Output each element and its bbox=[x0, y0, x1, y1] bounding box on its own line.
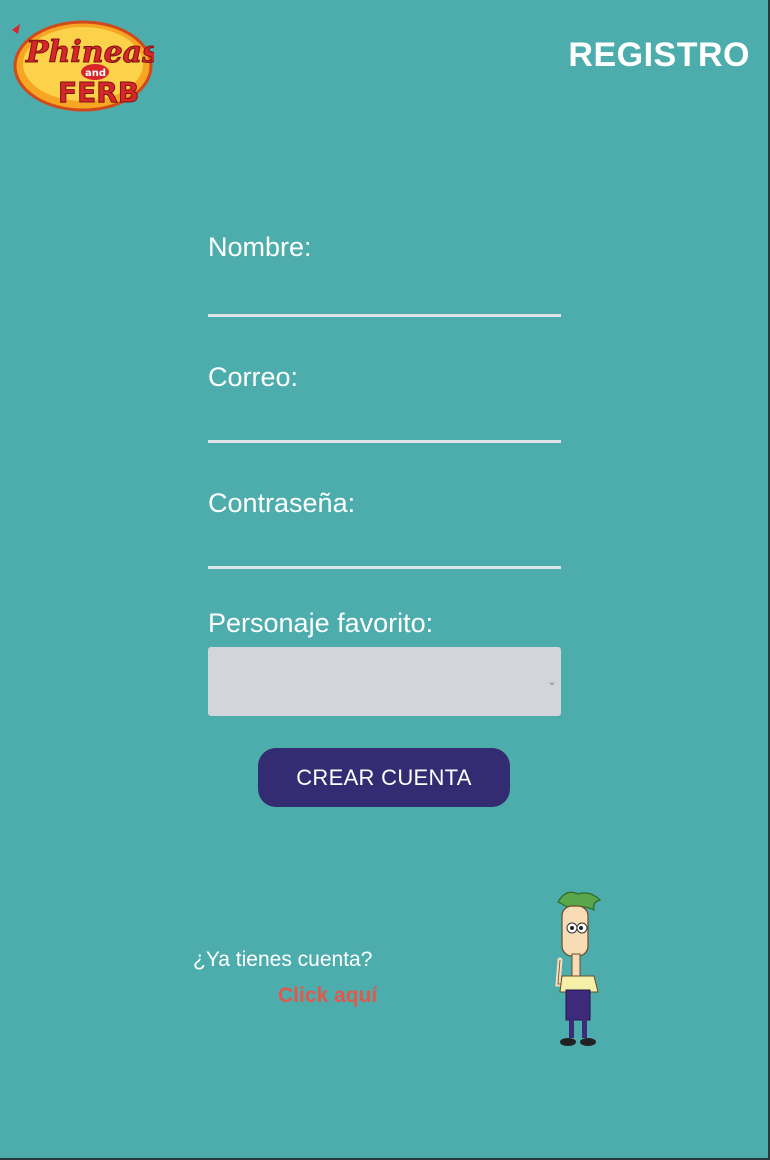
logo-text-ferb: FERB bbox=[58, 76, 139, 109]
registration-form: Nombre: Correo: Contraseña: Personaje fa… bbox=[208, 225, 561, 754]
ferb-character-illustration bbox=[555, 891, 602, 1046]
email-label: Correo: bbox=[208, 362, 299, 392]
character-select[interactable]: ⌄ bbox=[208, 647, 561, 716]
email-field-group: Correo: bbox=[208, 355, 561, 443]
logo-spark-icon bbox=[12, 24, 20, 34]
create-account-button[interactable]: CREAR CUENTA bbox=[258, 748, 510, 807]
password-label: Contraseña: bbox=[208, 488, 356, 518]
name-input[interactable] bbox=[208, 273, 561, 317]
page-title: REGISTRO bbox=[568, 36, 750, 74]
name-field-group: Nombre: bbox=[208, 225, 561, 317]
registration-page: Phineas and FERB REGISTRO Nombre: Correo… bbox=[0, 0, 770, 1160]
login-link[interactable]: Click aquí bbox=[278, 984, 377, 1008]
name-label: Nombre: bbox=[208, 232, 312, 262]
character-field-group: Personaje favorito: ⌄ bbox=[208, 601, 561, 716]
character-label: Personaje favorito: bbox=[208, 608, 434, 638]
phineas-and-ferb-logo: Phineas and FERB bbox=[12, 20, 154, 112]
chevron-down-icon: ⌄ bbox=[546, 674, 557, 688]
password-input[interactable] bbox=[208, 525, 561, 569]
password-field-group: Contraseña: bbox=[208, 481, 561, 569]
character-select-box[interactable]: ⌄ bbox=[208, 647, 561, 716]
have-account-text: ¿Ya tienes cuenta? bbox=[193, 948, 373, 971]
email-input[interactable] bbox=[208, 399, 561, 443]
